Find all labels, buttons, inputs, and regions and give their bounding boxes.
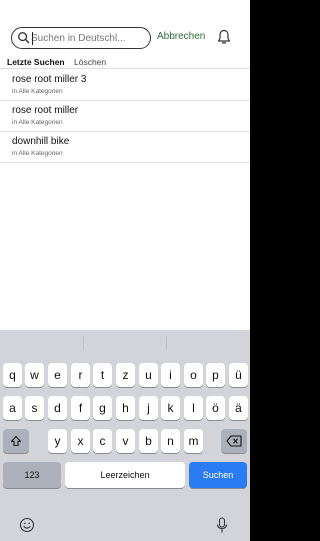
space-key[interactable]: Leerzeichen xyxy=(65,462,185,488)
key-i[interactable]: i xyxy=(161,363,180,387)
key-r[interactable]: r xyxy=(71,363,90,387)
keyboard: q w e r t z u i o p ü a s d f g h j k l … xyxy=(0,330,250,514)
search-icon xyxy=(18,32,30,44)
recent-search-title: downhill bike xyxy=(12,136,70,147)
emoji-icon[interactable] xyxy=(19,517,35,533)
key-j[interactable]: j xyxy=(139,396,158,420)
key-c[interactable]: c xyxy=(93,429,112,453)
recent-search-category: in Alle Kategorien xyxy=(12,150,63,157)
suggestion-divider xyxy=(166,336,167,350)
recent-search-title: rose root miller 3 xyxy=(12,74,87,85)
key-p[interactable]: p xyxy=(206,363,225,387)
key-v[interactable]: v xyxy=(116,429,135,453)
key-k[interactable]: k xyxy=(161,396,180,420)
key-u[interactable]: u xyxy=(139,363,158,387)
search-field[interactable] xyxy=(11,27,151,49)
key-a[interactable]: a xyxy=(3,396,22,420)
bell-icon[interactable] xyxy=(217,29,231,45)
key-ue[interactable]: ü xyxy=(229,363,248,387)
key-e[interactable]: e xyxy=(48,363,67,387)
key-g[interactable]: g xyxy=(93,396,112,420)
search-bar: Abbrechen xyxy=(0,24,250,54)
list-item[interactable]: rose root miller in Alle Kategorien xyxy=(0,101,250,132)
key-ae[interactable]: ä xyxy=(229,396,248,420)
key-q[interactable]: q xyxy=(3,363,22,387)
key-oe[interactable]: ö xyxy=(206,396,225,420)
keyboard-bottom-bar xyxy=(0,514,250,541)
search-input[interactable] xyxy=(31,30,146,46)
shift-icon xyxy=(10,435,22,447)
recent-search-category: in Alle Kategorien xyxy=(12,119,63,126)
key-s[interactable]: s xyxy=(25,396,44,420)
keyboard-suggestion-bar xyxy=(0,330,250,356)
key-x[interactable]: x xyxy=(71,429,90,453)
key-f[interactable]: f xyxy=(71,396,90,420)
key-d[interactable]: d xyxy=(48,396,67,420)
delete-key[interactable] xyxy=(221,429,247,453)
app-screen: Abbrechen Letzte Suchen Löschen rose roo… xyxy=(0,0,250,330)
search-key[interactable]: Suchen xyxy=(189,462,247,488)
list-item[interactable]: downhill bike in Alle Kategorien xyxy=(0,132,250,163)
cancel-button[interactable]: Abbrechen xyxy=(157,31,205,42)
recent-search-list: rose root miller 3 in Alle Kategorien ro… xyxy=(0,70,250,163)
key-y[interactable]: y xyxy=(48,429,67,453)
key-o[interactable]: o xyxy=(184,363,203,387)
mic-icon[interactable] xyxy=(216,517,228,534)
search-tabs: Letzte Suchen Löschen xyxy=(0,55,250,69)
text-caret xyxy=(32,32,34,45)
key-l[interactable]: l xyxy=(184,396,203,420)
list-item[interactable]: rose root miller 3 in Alle Kategorien xyxy=(0,70,250,101)
numbers-key[interactable]: 123 xyxy=(3,462,61,488)
key-b[interactable]: b xyxy=(139,429,158,453)
suggestion-divider xyxy=(83,336,84,350)
backspace-icon xyxy=(226,435,242,447)
key-t[interactable]: t xyxy=(93,363,112,387)
key-z[interactable]: z xyxy=(116,363,135,387)
key-h[interactable]: h xyxy=(116,396,135,420)
shift-key[interactable] xyxy=(3,429,29,453)
clear-history-button[interactable]: Löschen xyxy=(74,57,106,67)
tab-recent-searches[interactable]: Letzte Suchen xyxy=(7,57,65,67)
recent-search-category: in Alle Kategorien xyxy=(12,88,63,95)
key-n[interactable]: n xyxy=(161,429,180,453)
key-m[interactable]: m xyxy=(184,429,203,453)
key-w[interactable]: w xyxy=(25,363,44,387)
recent-search-title: rose root miller xyxy=(12,105,79,116)
